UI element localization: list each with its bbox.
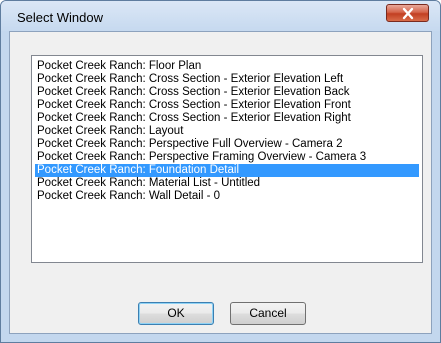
close-icon	[402, 7, 414, 20]
list-item[interactable]: Pocket Creek Ranch: Foundation Detail	[35, 164, 419, 177]
list-item[interactable]: Pocket Creek Ranch: Wall Detail - 0	[35, 190, 419, 203]
close-button[interactable]	[386, 4, 429, 22]
list-item[interactable]: Pocket Creek Ranch: Perspective Full Ove…	[35, 138, 419, 151]
window-listbox[interactable]: Pocket Creek Ranch: Floor Plan Pocket Cre…	[31, 55, 423, 263]
list-item[interactable]: Pocket Creek Ranch: Perspective Framing …	[35, 151, 419, 164]
list-item[interactable]: Pocket Creek Ranch: Cross Section - Exte…	[35, 73, 419, 86]
list-item[interactable]: Pocket Creek Ranch: Cross Section - Exte…	[35, 86, 419, 99]
dialog-body: Pocket Creek Ranch: Floor Plan Pocket Cre…	[9, 31, 432, 334]
select-window-dialog: Select Window Pocket Creek Ranch: Floor …	[0, 0, 441, 343]
list-item[interactable]: Pocket Creek Ranch: Layout	[35, 125, 419, 138]
window-title: Select Window	[17, 10, 103, 25]
ok-button[interactable]: OK	[138, 302, 214, 325]
list-item[interactable]: Pocket Creek Ranch: Material List - Unti…	[35, 177, 419, 190]
title-bar[interactable]: Select Window	[1, 1, 440, 31]
list-item[interactable]: Pocket Creek Ranch: Cross Section - Exte…	[35, 99, 419, 112]
cancel-button[interactable]: Cancel	[230, 302, 306, 325]
list-item[interactable]: Pocket Creek Ranch: Floor Plan	[35, 60, 419, 73]
list-item[interactable]: Pocket Creek Ranch: Cross Section - Exte…	[35, 112, 419, 125]
